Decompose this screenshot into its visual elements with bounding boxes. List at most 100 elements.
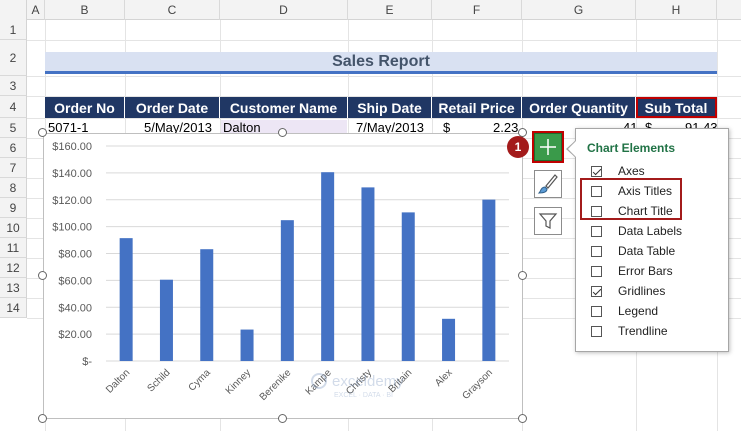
y-tick-label: $120.00	[52, 195, 92, 207]
resize-handle-top-left[interactable]	[38, 128, 47, 137]
header-customer-name[interactable]: Customer Name	[220, 97, 348, 118]
gridline	[27, 40, 741, 41]
panel-title: Chart Elements	[587, 141, 676, 155]
funnel-icon	[538, 213, 558, 229]
x-tick-label: Kampe	[304, 367, 334, 397]
chart-elements-panel: Chart Elements Axes Axis Titles Chart Ti…	[575, 128, 729, 352]
row-header-7[interactable]: 7	[0, 158, 27, 178]
chart-element-error-bars[interactable]: Error Bars	[591, 262, 673, 280]
chart-bar[interactable]	[159, 279, 173, 361]
row-header-1[interactable]: 1	[0, 20, 27, 40]
header-retail-price[interactable]: Retail Price	[432, 97, 522, 118]
row-header-5[interactable]: 5	[0, 118, 27, 138]
watermark-tagline: EXCEL · DATA · BI	[334, 392, 393, 399]
chart-element-data-labels[interactable]: Data Labels	[591, 222, 682, 240]
chart-element-label: Error Bars	[618, 264, 673, 278]
x-tick-label: Schild	[146, 367, 173, 394]
chart-styles-button[interactable]	[534, 170, 562, 198]
sheet-title[interactable]: Sales Report	[45, 52, 717, 74]
paintbrush-icon	[537, 174, 558, 194]
chart-bar[interactable]	[321, 172, 335, 361]
chart-bar[interactable]	[482, 199, 496, 361]
select-all-corner[interactable]	[0, 0, 27, 20]
table-header-row: Order No Order Date Customer Name Ship D…	[45, 97, 717, 118]
worksheet: A B C D E F G H 1 2 3 4 5 6 7 8 9 10 11 …	[0, 0, 741, 431]
y-tick-label: $140.00	[52, 168, 92, 180]
checkbox-axes[interactable]	[591, 165, 602, 177]
chart-element-data-table[interactable]: Data Table	[591, 242, 675, 260]
x-tick-label: Grayson	[460, 367, 495, 402]
row-header-11[interactable]: 11	[0, 238, 27, 258]
plus-icon	[540, 139, 556, 155]
row-header-6[interactable]: 6	[0, 138, 27, 158]
checkbox-error-bars[interactable]	[591, 265, 602, 277]
chart-element-label: Data Table	[618, 244, 676, 258]
row-header-13[interactable]: 13	[0, 278, 27, 298]
chart-bar[interactable]	[280, 220, 294, 361]
column-header-c[interactable]: C	[125, 0, 220, 20]
resize-handle-left[interactable]	[38, 271, 47, 280]
row-header-10[interactable]: 10	[0, 218, 27, 238]
column-chart[interactable]: $160.00 $140.00 $120.00 $100.00 $80.00 $60.00…	[43, 133, 523, 419]
chart-element-label: Axes	[618, 164, 645, 178]
y-tick-label: $80.00	[58, 249, 92, 261]
chart-element-label: Data Labels	[618, 224, 683, 238]
chart-element-gridlines[interactable]: Gridlines	[591, 282, 665, 300]
step-marker-1: 1	[507, 136, 529, 158]
checkbox-legend[interactable]	[591, 305, 602, 317]
chart-elements-button[interactable]	[532, 131, 564, 163]
y-tick-label: $40.00	[58, 302, 92, 314]
header-order-quantity[interactable]: Order Quantity	[522, 97, 636, 118]
column-header-f[interactable]: F	[432, 0, 522, 20]
row-header-4[interactable]: 4	[0, 96, 27, 118]
checkbox-data-labels[interactable]	[591, 225, 602, 237]
x-tick-label: Cyma	[187, 367, 214, 394]
chart-element-trendline[interactable]: Trendline	[591, 322, 668, 340]
row-header-9[interactable]: 9	[0, 198, 27, 218]
column-header-a[interactable]: A	[27, 0, 45, 20]
resize-handle-top[interactable]	[278, 128, 287, 137]
checkbox-data-table[interactable]	[591, 245, 602, 257]
column-header-e[interactable]: E	[348, 0, 432, 20]
x-tick-label: Kinney	[224, 367, 253, 396]
column-header-h[interactable]: H	[636, 0, 717, 20]
chart-bar[interactable]	[119, 238, 133, 361]
row-header-8[interactable]: 8	[0, 178, 27, 198]
y-tick-label: $20.00	[58, 329, 92, 341]
row-header-2[interactable]: 2	[0, 40, 27, 76]
row-header-3[interactable]: 3	[0, 76, 27, 96]
column-header-b[interactable]: B	[45, 0, 125, 20]
column-header-d[interactable]: D	[220, 0, 348, 20]
chart-element-legend[interactable]: Legend	[591, 302, 658, 320]
watermark-logo: exceldemy EXCEL · DATA · BI	[311, 373, 404, 399]
chart-bar[interactable]	[442, 318, 456, 361]
resize-handle-bottom[interactable]	[278, 414, 287, 423]
row-header-14[interactable]: 14	[0, 298, 27, 318]
x-tick-label: Berenike	[258, 367, 294, 403]
chart-filters-button[interactable]	[534, 207, 562, 235]
column-header-bar: A B C D E F G H	[0, 0, 741, 20]
resize-handle-bottom-right[interactable]	[518, 414, 527, 423]
y-tick-label: $60.00	[58, 275, 92, 287]
resize-handle-right[interactable]	[518, 271, 527, 280]
x-tick-label: Alex	[433, 367, 455, 389]
header-sub-total[interactable]: Sub Total	[636, 97, 717, 118]
checkbox-trendline[interactable]	[591, 325, 602, 337]
header-order-no[interactable]: Order No	[45, 97, 125, 118]
row-header-12[interactable]: 12	[0, 258, 27, 278]
chart-bar[interactable]	[361, 187, 375, 361]
checkbox-gridlines[interactable]	[591, 285, 602, 297]
column-header-g[interactable]: G	[522, 0, 636, 20]
resize-handle-bottom-left[interactable]	[38, 414, 47, 423]
x-tick-label: Dalton	[104, 367, 132, 395]
chart-bar[interactable]	[240, 329, 254, 361]
header-ship-date[interactable]: Ship Date	[348, 97, 432, 118]
chart-bars	[119, 172, 496, 361]
header-order-date[interactable]: Order Date	[125, 97, 220, 118]
highlight-annotation	[580, 178, 682, 220]
chart-bar[interactable]	[200, 249, 214, 361]
chart-bar[interactable]	[401, 212, 415, 361]
gridline	[27, 118, 741, 119]
y-tick-label: $160.00	[52, 141, 92, 153]
chart-plot-area: $160.00 $140.00 $120.00 $100.00 $80.00 $60.00…	[52, 141, 509, 403]
